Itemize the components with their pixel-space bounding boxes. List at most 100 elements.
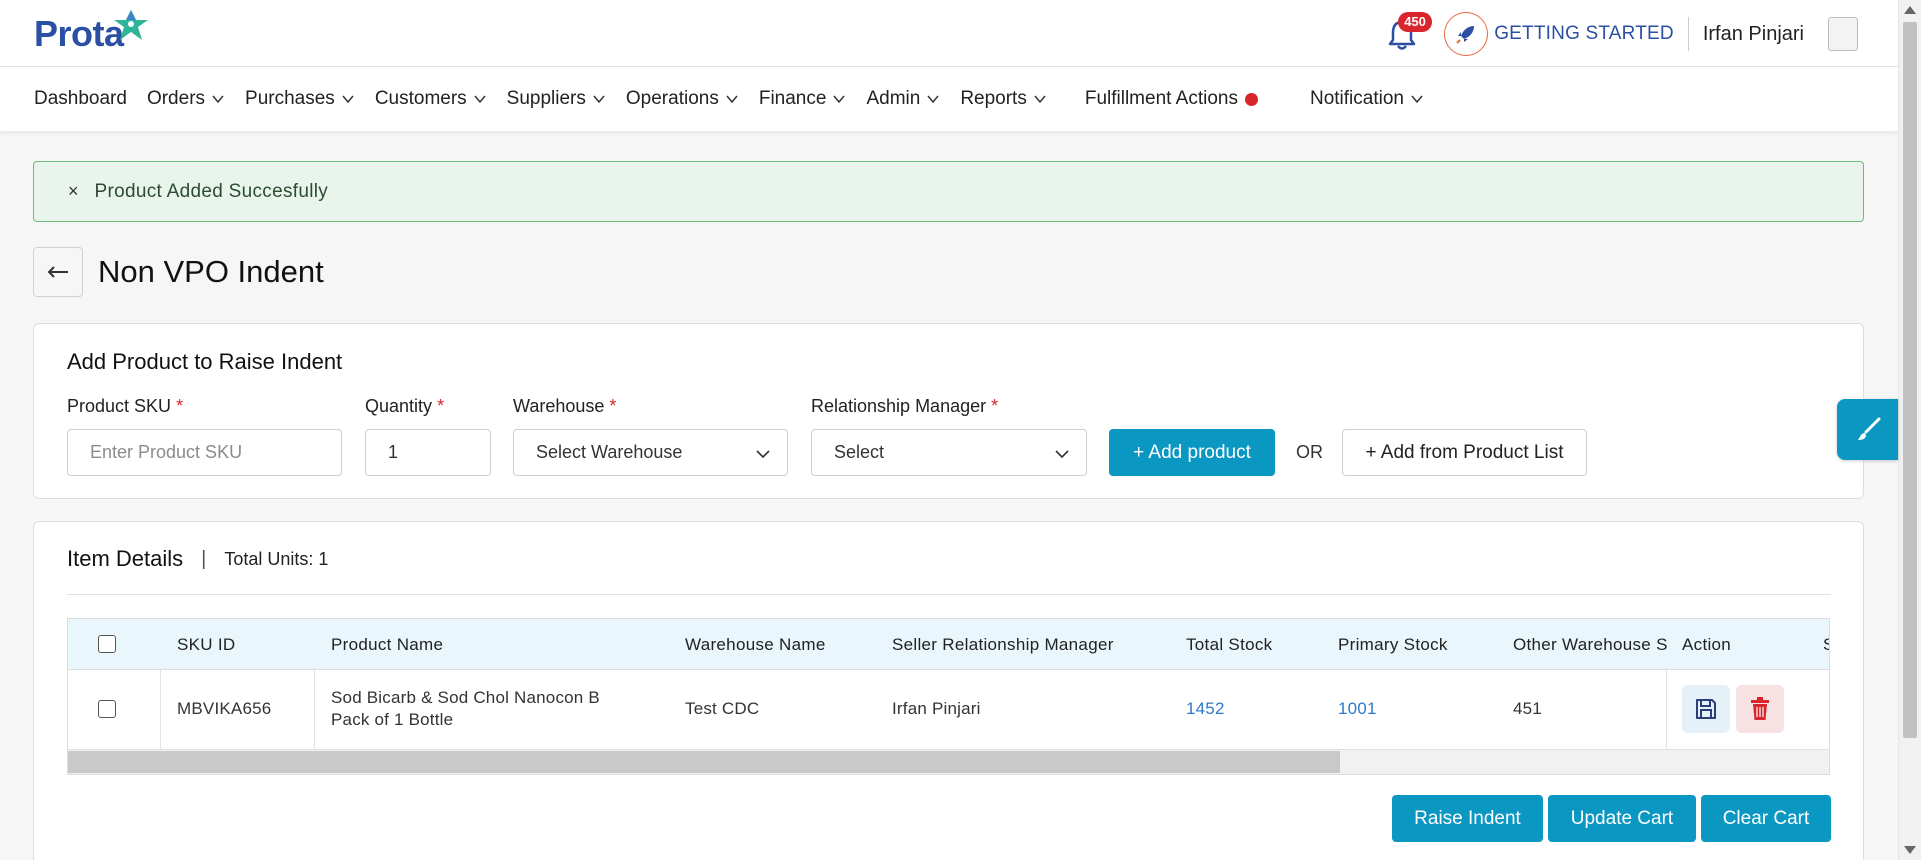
arrow-left-icon [47, 266, 68, 278]
warehouse-label: Warehouse * [513, 396, 616, 417]
product-sku-input[interactable]: Enter Product SKU [67, 429, 342, 476]
rocket-icon [1456, 26, 1475, 44]
items-table: SKU ID Product Name Warehouse Name Selle… [67, 618, 1830, 775]
cell-divider [1666, 670, 1667, 749]
rm-value: Select [834, 442, 885, 462]
column-header: Action [1682, 635, 1732, 654]
top-header: Prota 450 GETTING STARTED Irfan Pinjari [0, 0, 1898, 67]
page-title: Non VPO Indent [98, 254, 324, 289]
clear-cart-button[interactable]: Clear Cart [1701, 795, 1831, 842]
getting-started-icon[interactable] [1444, 12, 1489, 56]
product-name-cell: Sod Bicarb & Sod Chol Nanocon B Pack of … [331, 687, 600, 731]
nav-admin[interactable]: Admin [866, 88, 940, 110]
alert-dot [1244, 92, 1258, 106]
warehouse-name-cell: Test CDC [685, 699, 760, 718]
add-product-button[interactable]: + Add product [1109, 429, 1275, 476]
header-divider [1687, 17, 1689, 51]
sku-placeholder: Enter Product SKU [90, 442, 243, 462]
customize-tab[interactable] [1837, 399, 1898, 460]
nav-reports[interactable]: Reports [960, 88, 1047, 110]
relationship-manager-select[interactable]: Select [811, 429, 1087, 476]
scrollbar-thumb[interactable] [1903, 22, 1917, 738]
chevron-down-icon [756, 450, 770, 459]
update-cart-button[interactable]: Update Cart [1548, 795, 1696, 842]
chevron-down-icon [474, 95, 486, 104]
add-product-card: Add Product to Raise Indent Product SKU … [33, 323, 1864, 499]
nav-label: Orders [146, 88, 206, 109]
alert-message: Product Added Succesfully [94, 180, 329, 202]
raise-indent-button[interactable]: Raise Indent [1392, 795, 1543, 842]
cell-divider [160, 670, 161, 749]
select-all-checkbox[interactable] [98, 635, 116, 653]
other-warehouse-stock-cell: 451 [1513, 699, 1542, 718]
scroll-up-arrow-icon[interactable] [1904, 6, 1916, 14]
nav-notification[interactable]: Notification [1310, 88, 1424, 110]
nav-label: Fulfillment Actions [1084, 88, 1238, 109]
prota-logo[interactable]: Prota [34, 8, 148, 60]
total-stock-link[interactable]: 1452 [1186, 699, 1225, 719]
getting-started-link[interactable]: GETTING STARTED [1494, 23, 1674, 45]
add-from-product-list-button[interactable]: + Add from Product List [1342, 429, 1587, 476]
column-header[interactable]: Total Stock [1186, 635, 1272, 655]
scrollbar-thumb[interactable] [68, 751, 1340, 773]
divider [67, 594, 1831, 595]
rm-label-text: Relationship Manager [811, 396, 987, 416]
cell-divider [314, 670, 315, 749]
nav-label: Suppliers [506, 88, 586, 109]
column-header[interactable]: Product Name [331, 635, 443, 655]
required-mark: * [609, 396, 617, 416]
close-icon[interactable]: × [68, 181, 79, 202]
column-header[interactable]: S [1823, 635, 1829, 655]
column-header[interactable]: Warehouse Name [685, 635, 826, 655]
page-scrollbar[interactable] [1898, 0, 1921, 860]
main-nav: Dashboard Orders Purchases Customers Sup… [0, 67, 1898, 131]
nav-operations[interactable]: Operations [626, 88, 739, 110]
back-button[interactable] [33, 247, 83, 297]
chevron-down-icon [833, 95, 846, 104]
nav-label: Operations [625, 88, 719, 109]
save-button[interactable] [1682, 685, 1730, 733]
column-header[interactable]: Primary Stock [1338, 635, 1448, 655]
nav-label: Notification [1309, 88, 1404, 109]
user-name[interactable]: Irfan Pinjari [1703, 23, 1804, 46]
row-checkbox[interactable] [98, 700, 116, 718]
quantity-label: Quantity * [365, 396, 444, 417]
nav-fulfillment-actions[interactable]: Fulfillment Actions [1085, 88, 1258, 110]
column-header[interactable]: Seller Relationship Manager [892, 635, 1114, 655]
nav-finance[interactable]: Finance [759, 88, 847, 110]
nav-orders[interactable]: Orders [147, 88, 225, 110]
quantity-label-text: Quantity [365, 396, 433, 416]
nav-label: Finance [758, 88, 827, 109]
nav-label: Reports [960, 88, 1027, 109]
scroll-down-arrow-icon[interactable] [1904, 846, 1916, 854]
notifications-button[interactable]: 450 [1382, 12, 1432, 54]
delete-button[interactable] [1736, 685, 1784, 733]
nav-customers[interactable]: Customers [375, 88, 487, 110]
warehouse-select[interactable]: Select Warehouse [513, 429, 788, 476]
chevron-down-icon [212, 95, 224, 104]
nav-purchases[interactable]: Purchases [245, 88, 355, 110]
header-right: 450 GETTING STARTED Irfan Pinjari [1382, 8, 1858, 60]
quantity-input[interactable]: 1 [365, 429, 491, 476]
logo-mark-icon [114, 10, 148, 40]
table-horizontal-scrollbar[interactable] [68, 749, 1829, 774]
product-name-line: Pack of 1 Bottle [331, 710, 454, 729]
sku-label: Product SKU * [67, 396, 183, 417]
chevron-down-icon [1055, 450, 1069, 459]
sku-id-cell: MBVIKA656 [177, 699, 272, 718]
nav-dashboard[interactable]: Dashboard [34, 88, 127, 110]
column-header[interactable]: SKU ID [177, 635, 235, 655]
avatar[interactable] [1828, 17, 1858, 51]
chevron-down-icon [342, 95, 354, 104]
add-product-title: Add Product to Raise Indent [67, 349, 343, 374]
success-alert: × Product Added Succesfully [33, 161, 1864, 222]
sku-label-text: Product SKU [67, 396, 172, 416]
nav-label: Customers [374, 88, 467, 109]
primary-stock-link[interactable]: 1001 [1338, 699, 1377, 719]
nav-suppliers[interactable]: Suppliers [507, 88, 606, 110]
warehouse-label-text: Warehouse [513, 396, 605, 416]
column-header[interactable]: Other Warehouse S [1513, 635, 1673, 655]
total-units: Total Units: 1 [224, 548, 329, 569]
quantity-value: 1 [388, 442, 399, 462]
logo-text: Prota [34, 13, 124, 54]
